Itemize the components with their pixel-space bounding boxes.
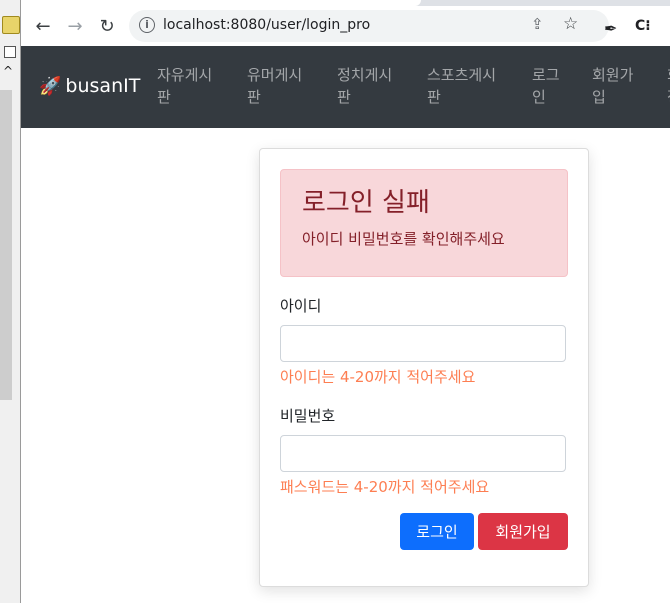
nav-link-join[interactable]: 회원가 입 — [592, 64, 667, 108]
nav-link-label: 입 — [592, 88, 606, 106]
nav-link-label: 스포츠게시 — [427, 66, 497, 84]
browser-window: ← → ↻ i localhost:8080/user/login_pro ⇪ … — [21, 0, 670, 603]
nav-link-label: 유머게시 — [247, 66, 303, 84]
nav-link-label: 정치게시 — [337, 66, 393, 84]
nav-links: 자유게시 판 유머게시 판 정치게시 판 스포츠게시 판 로그 인 회원가 입 — [157, 64, 670, 108]
site-navbar: 🚀 busanIT 자유게시 판 유머게시 판 정치게시 판 스포츠게시 판 로… — [21, 46, 670, 128]
scrollbar[interactable] — [0, 90, 12, 400]
id-label: 아이디 — [280, 297, 322, 315]
nav-link-label: 판 — [427, 88, 441, 106]
alert-message: 아이디 비밀번호를 확인해주세요 — [302, 230, 505, 248]
nav-link-free-board[interactable]: 자유게시 판 — [157, 64, 247, 108]
brand-link[interactable]: 🚀 busanIT — [39, 75, 140, 97]
nav-link-label: 판 — [337, 88, 351, 106]
login-failed-alert: 로그인 실패 아이디 비밀번호를 확인해주세요 — [280, 169, 568, 277]
id-input[interactable] — [280, 325, 566, 362]
id-error-message: 아이디는 4-20까지 적어주세요 — [280, 368, 476, 386]
site-info-icon[interactable]: i — [139, 17, 155, 33]
browser-toolbar: ← → ↻ i localhost:8080/user/login_pro ⇪ … — [21, 6, 670, 46]
extension-icon[interactable]: C⁝ — [635, 18, 651, 34]
caret-up-icon: ^ — [3, 64, 14, 78]
nav-link-label: 판 — [247, 88, 261, 106]
brand-name: busanIT — [65, 75, 141, 97]
nav-link-humor-board[interactable]: 유머게시 판 — [247, 64, 337, 108]
login-button[interactable]: 로그인 — [400, 513, 474, 550]
password-input[interactable] — [280, 435, 566, 472]
nav-link-label: 회원가 — [592, 66, 634, 84]
password-label: 비밀번호 — [280, 407, 336, 425]
nav-link-login[interactable]: 로그 인 — [532, 64, 592, 108]
alert-title: 로그인 실패 — [302, 188, 430, 218]
app-icon — [2, 16, 20, 34]
address-bar[interactable]: i localhost:8080/user/login_pro ⇪ ☆ — [129, 10, 609, 42]
login-card: 로그인 실패 아이디 비밀번호를 확인해주세요 아이디 아이디는 4-20까지 … — [259, 148, 589, 587]
forward-icon[interactable]: → — [63, 14, 87, 38]
url-text[interactable]: localhost:8080/user/login_pro — [163, 17, 370, 33]
nav-link-label: 인 — [532, 88, 546, 106]
password-error-message: 패스워드는 4-20까지 적어주세요 — [280, 478, 490, 496]
reload-icon[interactable]: ↻ — [95, 14, 119, 38]
bookmark-star-icon[interactable]: ☆ — [563, 14, 578, 34]
nav-link-politics-board[interactable]: 정치게시 판 — [337, 64, 427, 108]
join-button[interactable]: 회원가입 — [478, 513, 568, 550]
nav-link-sports-board[interactable]: 스포츠게시 판 — [427, 64, 532, 108]
share-icon[interactable]: ⇪ — [531, 15, 544, 33]
nav-link-label: 자유게시 — [157, 66, 213, 84]
back-icon[interactable]: ← — [31, 14, 55, 38]
nav-link-label: 판 — [157, 88, 171, 106]
background-window-strip: ^ — [0, 0, 21, 603]
rocket-icon: 🚀 — [39, 75, 62, 97]
checkbox-icon — [4, 46, 16, 58]
eyedropper-extension-icon[interactable]: ✒ — [604, 19, 617, 38]
nav-link-label: 로그 — [532, 66, 560, 84]
